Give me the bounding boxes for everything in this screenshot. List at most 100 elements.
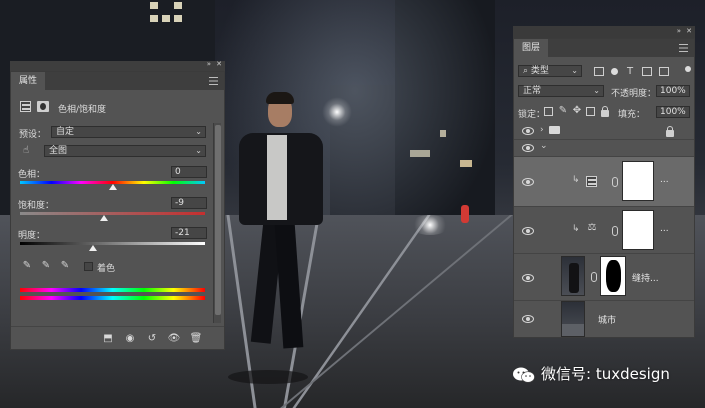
scrollbar-thumb[interactable]	[215, 125, 221, 315]
pedestrian-figure	[461, 205, 469, 223]
saturation-input[interactable]: -9	[171, 197, 207, 209]
building-window	[150, 15, 158, 22]
chevron-down-icon: ⌄	[195, 127, 202, 136]
visibility-icon[interactable]: 👁	[167, 333, 181, 345]
lightness-slider[interactable]	[20, 242, 205, 245]
chevron-down-icon[interactable]: ⌄	[540, 141, 548, 151]
chevron-right-icon[interactable]: ›	[540, 125, 544, 135]
view-previous-state-icon[interactable]: ◉	[123, 333, 137, 345]
channel-select-value: 全图	[49, 146, 68, 156]
person-shirt	[267, 135, 287, 220]
mask-icon[interactable]	[37, 101, 49, 112]
opacity-input[interactable]: 100%	[656, 85, 690, 97]
clip-arrow-icon: ↳	[572, 175, 580, 185]
layer-row[interactable]: ↳ ⚖ ...	[514, 207, 694, 254]
layer-thumbnail[interactable]	[561, 256, 585, 296]
layer-mask-thumbnail[interactable]	[622, 210, 654, 250]
eyedropper-minus-icon[interactable]: ✎	[59, 260, 71, 272]
building-window	[162, 15, 170, 22]
mask-shape	[606, 260, 621, 292]
person-leg	[274, 222, 304, 349]
manhole-cover	[228, 370, 308, 384]
layer-name[interactable]: ...	[660, 175, 669, 185]
pixel-filter-icon[interactable]	[594, 67, 604, 76]
visibility-eye-icon[interactable]	[522, 178, 534, 186]
tab-properties[interactable]: 属性	[11, 72, 46, 90]
lock-image-pixels-icon[interactable]: ✎	[557, 105, 569, 117]
lightness-input[interactable]: -21	[171, 227, 207, 239]
adjustment-filter-icon[interactable]	[611, 68, 618, 75]
chevron-down-icon: ⌄	[593, 86, 600, 95]
layer-row[interactable]: 缝持...	[514, 254, 694, 301]
lock-position-icon[interactable]: ✥	[571, 105, 583, 117]
hue-slider-thumb[interactable]	[108, 184, 117, 190]
chevron-down-icon: ⌄	[571, 66, 578, 75]
tab-layers[interactable]: 图层	[514, 39, 549, 57]
preset-select[interactable]: 自定 ⌄	[51, 126, 206, 138]
type-filter-icon[interactable]: T	[624, 66, 636, 78]
hue-input[interactable]: 0	[171, 166, 207, 178]
mask-link-icon[interactable]	[612, 226, 618, 236]
mask-link-icon[interactable]	[591, 272, 597, 282]
layer-row[interactable]: ›	[514, 123, 694, 140]
fill-input[interactable]: 100%	[656, 106, 690, 118]
layer-row[interactable]: 城市	[514, 301, 694, 337]
layer-filter-value: 类型	[530, 66, 549, 76]
visibility-eye-icon[interactable]	[522, 315, 534, 323]
chevron-down-icon: ⌄	[195, 146, 202, 155]
layer-filter-select[interactable]: ⌕ 类型 ⌄	[518, 65, 582, 77]
hue-saturation-adjustment-icon	[586, 176, 597, 187]
collapse-panel-icon[interactable]: »	[677, 27, 681, 35]
layer-row-selected[interactable]: ↳ ...	[514, 157, 694, 207]
colorize-label: 着色	[97, 264, 116, 274]
layer-mask-thumbnail[interactable]	[600, 256, 626, 296]
visibility-eye-icon[interactable]	[522, 227, 534, 235]
hue-label: 色相：	[18, 170, 46, 180]
layers-tab-bar: 图层	[514, 39, 694, 57]
lightness-label: 明度：	[18, 231, 46, 241]
lock-all-icon[interactable]	[601, 106, 609, 117]
lock-artboard-icon[interactable]	[586, 107, 595, 116]
saturation-slider-thumb[interactable]	[100, 215, 109, 221]
shape-filter-icon[interactable]	[642, 67, 652, 76]
saturation-slider[interactable]	[20, 212, 205, 215]
visibility-eye-icon[interactable]	[522, 144, 534, 152]
target-adjust-hand-icon[interactable]: ☝	[20, 145, 32, 157]
collapse-panel-icon[interactable]: »	[207, 60, 211, 68]
mask-link-icon[interactable]	[612, 177, 618, 187]
smart-object-filter-icon[interactable]	[659, 67, 669, 76]
preset-select-value: 自定	[56, 127, 75, 137]
layer-thumbnail[interactable]	[561, 301, 585, 337]
reset-icon[interactable]: ↺	[145, 333, 159, 345]
close-panel-icon[interactable]: ✕	[686, 27, 692, 35]
panel-menu-icon[interactable]	[679, 44, 688, 52]
properties-dock-strip: » ✕	[10, 60, 225, 71]
layer-mask-thumbnail[interactable]	[622, 161, 654, 201]
hue-saturation-adjustment-icon[interactable]	[20, 101, 31, 112]
lightness-slider-thumb[interactable]	[89, 245, 98, 251]
folder-icon	[549, 126, 560, 134]
clip-to-layer-icon[interactable]: ⬒	[101, 333, 115, 345]
channel-select[interactable]: 全图 ⌄	[44, 145, 206, 157]
visibility-eye-icon[interactable]	[522, 127, 534, 135]
colorize-checkbox[interactable]	[84, 262, 93, 271]
person-hair	[266, 92, 294, 104]
panel-menu-icon[interactable]	[209, 77, 218, 85]
eyedropper-plus-icon[interactable]: ✎	[40, 260, 52, 272]
layer-name[interactable]: 缝持...	[632, 271, 659, 284]
search-icon: ⌕	[523, 66, 529, 76]
delete-icon[interactable]: 🗑	[189, 333, 203, 345]
balance-scale-icon: ⚖	[587, 222, 597, 233]
filter-toggle-icon[interactable]	[685, 66, 691, 72]
properties-scrollbar[interactable]	[213, 123, 221, 323]
visibility-eye-icon[interactable]	[522, 274, 534, 282]
clip-arrow-icon: ↳	[572, 224, 580, 234]
layer-name[interactable]: ...	[660, 224, 669, 234]
lock-transparent-pixels-icon[interactable]	[544, 107, 553, 116]
layer-name[interactable]: 城市	[598, 313, 616, 326]
close-panel-icon[interactable]: ✕	[216, 60, 222, 68]
lock-label: 锁定：	[518, 110, 546, 120]
blend-mode-select[interactable]: 正常 ⌄	[518, 85, 604, 97]
layer-row[interactable]: ⌄	[514, 140, 694, 157]
eyedropper-icon[interactable]: ✎	[21, 260, 33, 272]
